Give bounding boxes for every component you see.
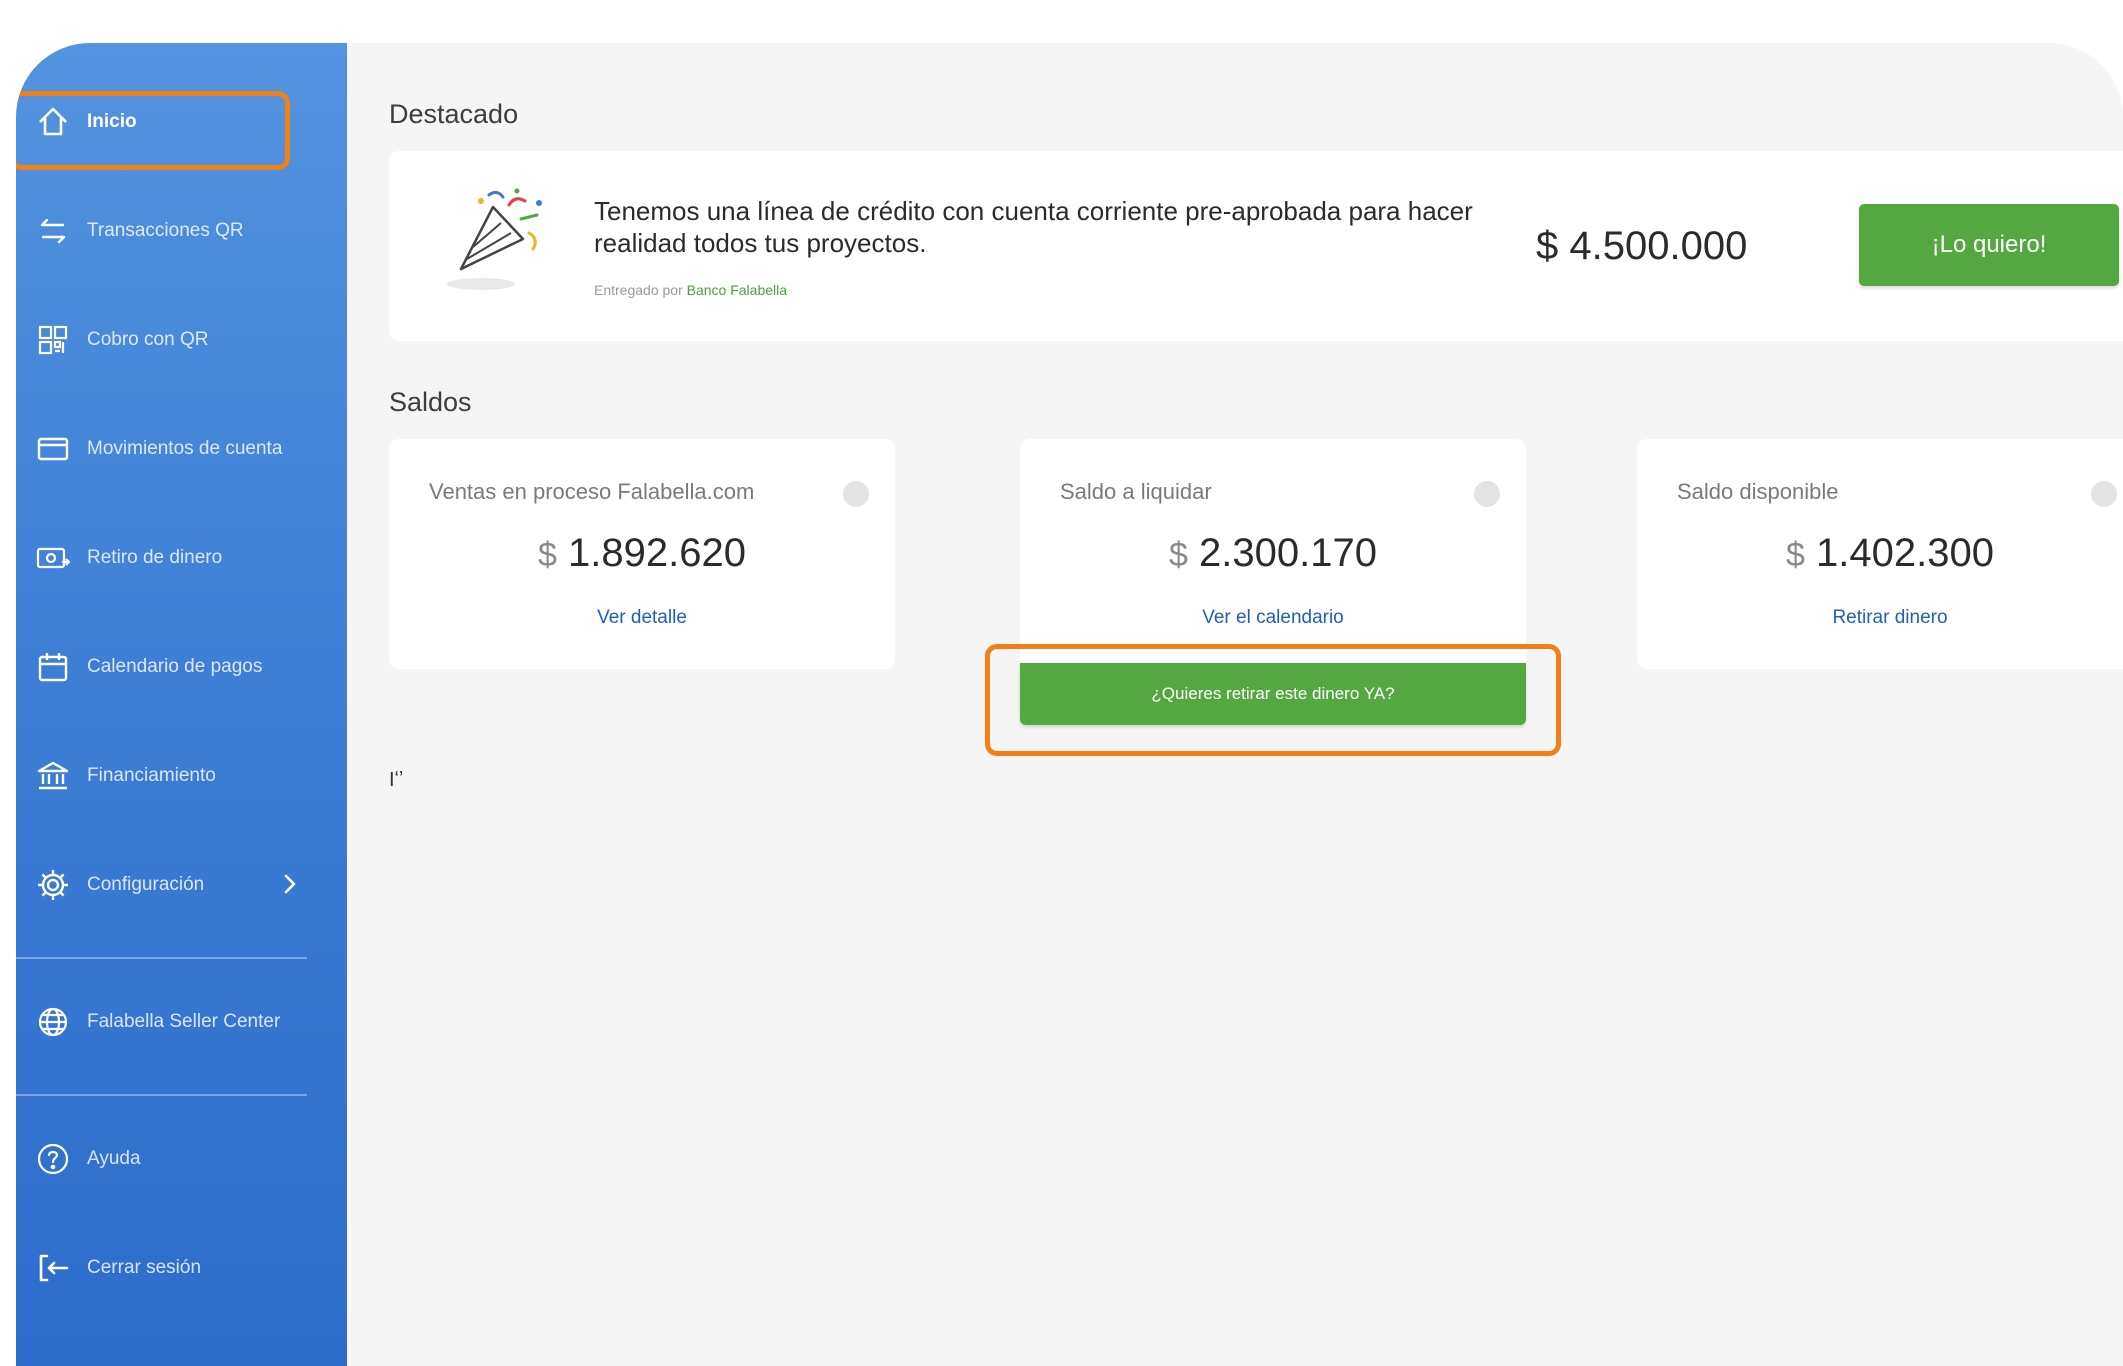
- sidebar-item-configuracion[interactable]: Configuración: [16, 854, 347, 914]
- promo-source-prefix: Entregado por: [594, 282, 683, 298]
- retirar-dinero-link[interactable]: Retirar dinero: [1637, 607, 2123, 629]
- card-icon: [36, 432, 70, 466]
- balance-value: 1.892.620: [568, 531, 746, 575]
- sidebar-item-label: Retiro de dinero: [87, 547, 223, 568]
- sidebar-item-label: Configuración: [87, 874, 205, 895]
- currency-symbol: $: [538, 536, 557, 574]
- info-icon[interactable]: [2091, 481, 2117, 507]
- info-icon[interactable]: [843, 481, 869, 507]
- balance-label: Saldo a liquidar: [1060, 479, 1212, 504]
- sidebar-divider: [16, 957, 307, 959]
- party-popper-icon: [441, 187, 551, 297]
- sidebar-item-cobro-qr[interactable]: Cobro con QR: [16, 309, 347, 369]
- sidebar-divider: [16, 1094, 307, 1096]
- retirar-ya-button[interactable]: ¿Quieres retirar este dinero YA?: [1020, 663, 1526, 725]
- currency-symbol: $: [1169, 536, 1188, 574]
- qr-code-icon: [36, 323, 70, 357]
- sidebar-item-label: Inicio: [87, 111, 137, 132]
- sidebar-item-label: Movimientos de cuenta: [87, 438, 283, 459]
- sidebar-item-ayuda[interactable]: Ayuda: [16, 1128, 347, 1188]
- sidebar-item-financiamiento[interactable]: Financiamiento: [16, 745, 347, 805]
- sidebar-item-label: Calendario de pagos: [87, 656, 263, 677]
- stray-mark: Iʻʼ: [389, 769, 404, 791]
- promo-source-bank: Banco Falabella: [686, 282, 788, 298]
- sidebar-item-calendario[interactable]: Calendario de pagos: [16, 636, 347, 696]
- transfer-arrows-icon: [36, 214, 70, 248]
- home-icon: [36, 105, 70, 139]
- balance-card-ventas: Ventas en proceso Falabella.com $ 1.892.…: [389, 439, 895, 669]
- promo-source: Entregado por Banco Falabella: [594, 282, 787, 298]
- promo-amount: $ 4.500.000: [1536, 224, 1748, 268]
- section-title-destacado: Destacado: [389, 99, 519, 129]
- logout-icon: [36, 1251, 70, 1285]
- promo-message: Tenemos una línea de crédito con cuenta …: [594, 196, 1473, 258]
- balance-card-liquidar: Saldo a liquidar $ 2.300.170 Ver el cale…: [1020, 439, 1526, 669]
- main-content: Destacado Tenemos una línea de crédito c…: [347, 43, 2123, 1366]
- sidebar-item-label: Transacciones QR: [87, 220, 244, 241]
- sidebar-item-movimientos[interactable]: Movimientos de cuenta: [16, 418, 347, 478]
- promo-card: Tenemos una línea de crédito con cuenta …: [389, 151, 2123, 341]
- ver-detalle-link[interactable]: Ver detalle: [389, 607, 895, 629]
- balance-label: Ventas en proceso Falabella.com: [429, 479, 755, 504]
- sidebar-item-cerrar-sesion[interactable]: Cerrar sesión: [16, 1237, 347, 1297]
- sidebar-item-label: Falabella Seller Center: [87, 1011, 281, 1032]
- lo-quiero-button[interactable]: ¡Lo quiero!: [1859, 204, 2119, 286]
- gear-icon: [36, 868, 70, 902]
- sidebar-item-label: Cerrar sesión: [87, 1257, 202, 1278]
- balance-card-disponible: Saldo disponible $ 1.402.300 Retirar din…: [1637, 439, 2123, 669]
- cash-withdraw-icon: [36, 541, 70, 575]
- balance-amount: $ 1.892.620: [389, 531, 895, 576]
- chevron-right-icon: [278, 870, 302, 898]
- currency-symbol: $: [1786, 536, 1805, 574]
- sidebar-item-label: Cobro con QR: [87, 329, 209, 350]
- sidebar-item-inicio[interactable]: Inicio: [16, 91, 347, 151]
- sidebar-item-transacciones-qr[interactable]: Transacciones QR: [16, 200, 347, 260]
- balance-value: 2.300.170: [1199, 531, 1377, 575]
- help-icon: [36, 1142, 70, 1176]
- sidebar-item-label: Financiamiento: [87, 765, 216, 786]
- info-icon[interactable]: [1474, 481, 1500, 507]
- ver-calendario-link[interactable]: Ver el calendario: [1020, 607, 1526, 629]
- bank-icon: [36, 759, 70, 793]
- balance-value: 1.402.300: [1816, 531, 1994, 575]
- app-window: Inicio Transacciones QR Cobro con QR Mov…: [16, 43, 2123, 1366]
- calendar-icon: [36, 650, 70, 684]
- section-title-saldos: Saldos: [389, 387, 472, 417]
- globe-icon: [36, 1005, 70, 1039]
- balance-label: Saldo disponible: [1677, 479, 1839, 504]
- sidebar-item-retiro[interactable]: Retiro de dinero: [16, 527, 347, 587]
- balance-amount: $ 1.402.300: [1637, 531, 2123, 576]
- balance-amount: $ 2.300.170: [1020, 531, 1526, 576]
- sidebar-item-seller-center[interactable]: Falabella Seller Center: [16, 991, 347, 1051]
- sidebar: Inicio Transacciones QR Cobro con QR Mov…: [16, 43, 347, 1366]
- sidebar-item-label: Ayuda: [87, 1148, 141, 1169]
